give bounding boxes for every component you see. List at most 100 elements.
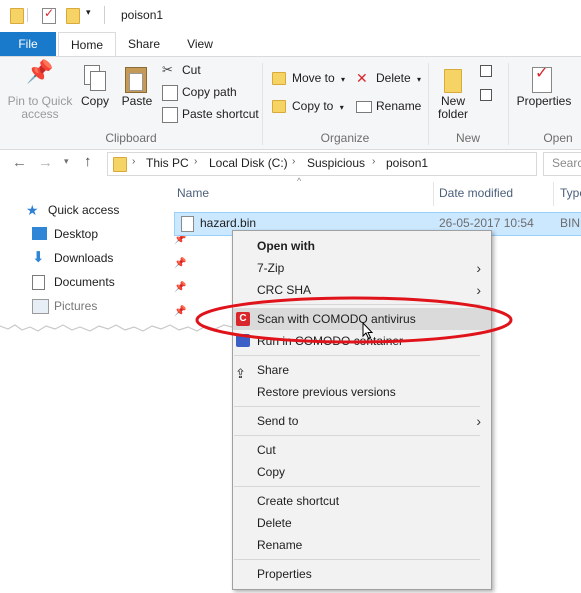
chevron-right-icon[interactable]: › (292, 156, 295, 167)
new-group-label: New (455, 131, 480, 145)
menu-properties[interactable]: Properties (233, 563, 491, 585)
organize-group-label: Organize (320, 131, 370, 145)
forward-arrow-icon[interactable]: → (38, 154, 53, 171)
new-folder-icon[interactable] (66, 8, 80, 24)
nav-item-label: Downloads (54, 251, 114, 265)
tab-file[interactable]: File (0, 32, 56, 56)
menu-delete[interactable]: Delete (233, 512, 491, 534)
nav-item-pictures[interactable]: Pictures 📌 (30, 295, 186, 317)
title-bar: ✓ ▾ poison1 (0, 0, 581, 32)
customize-toolbar-icon[interactable]: ▾ (86, 7, 91, 18)
file-icon (181, 216, 194, 232)
menu-separator (234, 559, 480, 560)
search-input[interactable]: Searc (543, 152, 581, 176)
pin-to-quick-access-button[interactable]: 📌 Pin to Quick access (4, 59, 76, 121)
column-date-modified[interactable]: Date modified (439, 186, 513, 200)
recent-locations-icon[interactable]: ▾ (64, 156, 69, 167)
tab-home[interactable]: Home (58, 32, 116, 57)
menu-separator (234, 406, 480, 407)
easy-access-icon[interactable] (478, 87, 496, 105)
chevron-right-icon: › (476, 413, 481, 429)
menu-crc-sha[interactable]: CRC SHA › (233, 279, 491, 301)
search-placeholder: Searc (552, 156, 581, 170)
menu-create-shortcut[interactable]: Create shortcut (233, 490, 491, 512)
address-bar[interactable]: › This PC › Local Disk (C:) › Suspicious… (107, 152, 537, 176)
copy-folder-icon (272, 100, 286, 113)
menu-cut[interactable]: Cut (233, 439, 491, 461)
new-item-icon[interactable] (478, 63, 496, 81)
scissors-icon: ✂ (162, 62, 173, 77)
divider (27, 8, 28, 22)
menu-7zip[interactable]: 7-Zip › (233, 257, 491, 279)
clipboard-group-label: Clipboard (105, 131, 157, 145)
delete-x-icon: ✕ (356, 70, 368, 86)
file-date: 26-05-2017 10:54 (439, 216, 534, 230)
breadcrumb-suspicious[interactable]: Suspicious (307, 156, 365, 170)
menu-rename[interactable]: Rename (233, 534, 491, 556)
properties-check-icon[interactable]: ✓ (42, 6, 56, 24)
copy-button[interactable]: Copy (78, 65, 112, 108)
breadcrumb-local-disk[interactable]: Local Disk (C:) (209, 156, 288, 170)
move-to-button[interactable]: Move to ▾ (272, 69, 345, 87)
back-arrow-icon[interactable]: ← (12, 154, 27, 171)
paste-shortcut-button[interactable]: Paste shortcut (162, 105, 259, 123)
copy-to-button[interactable]: Copy to ▾ (272, 97, 344, 115)
pin-icon: 📌 (174, 306, 187, 317)
comodo-icon: C (236, 312, 250, 326)
menu-send-to[interactable]: Send to › (233, 410, 491, 432)
menu-open-with[interactable]: Open with (233, 235, 491, 257)
dropdown-arrow-icon: ▾ (339, 103, 344, 112)
breadcrumb-poison1[interactable]: poison1 (386, 156, 428, 170)
pin-icon: 📌 (26, 59, 54, 84)
rename-icon (356, 101, 372, 113)
properties-button[interactable]: ✓ Properties (514, 65, 574, 108)
pin-icon: 📌 (174, 282, 187, 293)
cut-button[interactable]: ✂ Cut (162, 61, 201, 79)
mouse-cursor-icon (362, 322, 374, 340)
menu-copy[interactable]: Copy (233, 461, 491, 483)
menu-share[interactable]: ⇪ Share (233, 359, 491, 381)
divider[interactable] (553, 182, 554, 206)
new-folder-label-line2: folder (437, 107, 469, 121)
chevron-right-icon[interactable]: › (132, 156, 135, 167)
paste-button[interactable]: Paste (118, 65, 156, 108)
file-type: BIN (560, 216, 581, 230)
delete-button[interactable]: ✕ Delete ▾ (356, 69, 421, 87)
rename-button[interactable]: Rename (356, 97, 421, 115)
tab-share[interactable]: Share (120, 32, 168, 56)
copy-to-label: Copy to (292, 99, 334, 113)
pin-icon: 📌 (174, 258, 187, 269)
breadcrumb-this-pc[interactable]: This PC (146, 156, 189, 170)
copy-path-button[interactable]: Copy path (162, 83, 237, 101)
properties-label: Properties (516, 94, 572, 108)
menu-restore-previous-versions[interactable]: Restore previous versions (233, 381, 491, 403)
column-name[interactable]: Name (177, 186, 209, 200)
column-type[interactable]: Type (560, 186, 581, 200)
new-folder-button[interactable]: New folder (434, 65, 472, 121)
tab-view[interactable]: View (178, 32, 222, 56)
chevron-right-icon[interactable]: › (372, 156, 375, 167)
nav-item-documents[interactable]: Documents 📌 (30, 271, 186, 293)
divider[interactable] (433, 182, 434, 206)
torn-edge (0, 322, 236, 334)
nav-item-desktop[interactable]: Desktop 📌 (30, 223, 186, 245)
up-arrow-icon[interactable]: ↑ (84, 153, 92, 170)
nav-item-downloads[interactable]: ⬇ Downloads 📌 (30, 247, 186, 269)
copy-icon (78, 65, 112, 95)
properties-icon: ✓ (514, 65, 574, 95)
paste-label: Paste (121, 94, 153, 108)
sort-up-icon: ^ (297, 176, 302, 186)
new-folder-icon (434, 65, 472, 95)
nav-item-label: Documents (54, 275, 115, 289)
menu-label: Run in COMODO container (257, 334, 404, 348)
chevron-right-icon[interactable]: › (194, 156, 197, 167)
file-name: hazard.bin (200, 216, 257, 230)
copy-path-icon (162, 85, 178, 101)
folder-icon (113, 157, 127, 172)
nav-quick-access-label: Quick access (48, 203, 120, 217)
nav-quick-access[interactable]: ★ Quick access (24, 199, 119, 221)
nav-item-label: Pictures (54, 299, 98, 313)
menu-separator (234, 486, 480, 487)
menu-label: 7-Zip (257, 261, 285, 275)
folder-icon (10, 8, 24, 24)
